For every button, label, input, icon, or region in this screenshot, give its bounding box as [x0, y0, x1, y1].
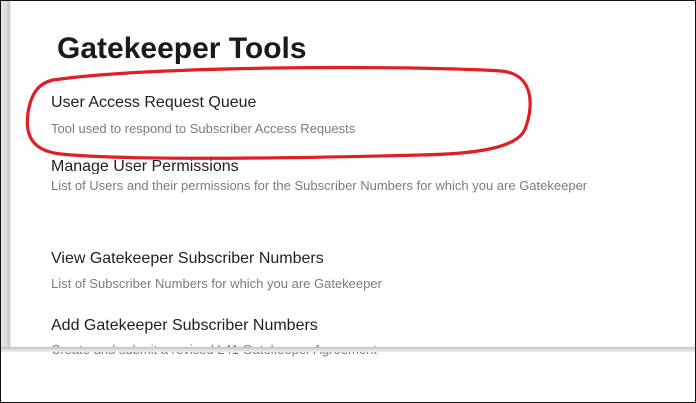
- tool-item-manage-user-permissions: Manage User Permissions List of Users an…: [51, 158, 691, 196]
- manage-user-permissions-link[interactable]: Manage User Permissions: [51, 156, 691, 175]
- user-access-request-queue-link[interactable]: User Access Request Queue: [51, 93, 691, 113]
- tool-item-view-gatekeeper-subscriber-numbers: View Gatekeeper Subscriber Numbers List …: [51, 249, 691, 294]
- manage-user-permissions-description: List of Users and their permissions for …: [51, 178, 588, 193]
- view-gatekeeper-subscriber-numbers-description: List of Subscriber Numbers for which you…: [51, 276, 382, 291]
- panel-left-border: [1, 1, 11, 347]
- user-access-request-queue-description: Tool used to respond to Subscriber Acces…: [51, 121, 356, 136]
- gatekeeper-tools-panel: Gatekeeper Tools User Access Request Que…: [1, 1, 695, 357]
- tool-item-user-access-request-queue: User Access Request Queue Tool used to r…: [51, 93, 691, 139]
- tool-item-add-gatekeeper-subscriber-numbers: Add Gatekeeper Subscriber Numbers Create…: [51, 316, 691, 360]
- add-gatekeeper-subscriber-numbers-link[interactable]: Add Gatekeeper Subscriber Numbers: [51, 316, 691, 336]
- view-gatekeeper-subscriber-numbers-link[interactable]: View Gatekeeper Subscriber Numbers: [51, 249, 691, 269]
- page-title: Gatekeeper Tools: [57, 32, 307, 65]
- screenshot-frame: Gatekeeper Tools User Access Request Que…: [0, 0, 696, 403]
- panel-bottom-border: [1, 347, 695, 352]
